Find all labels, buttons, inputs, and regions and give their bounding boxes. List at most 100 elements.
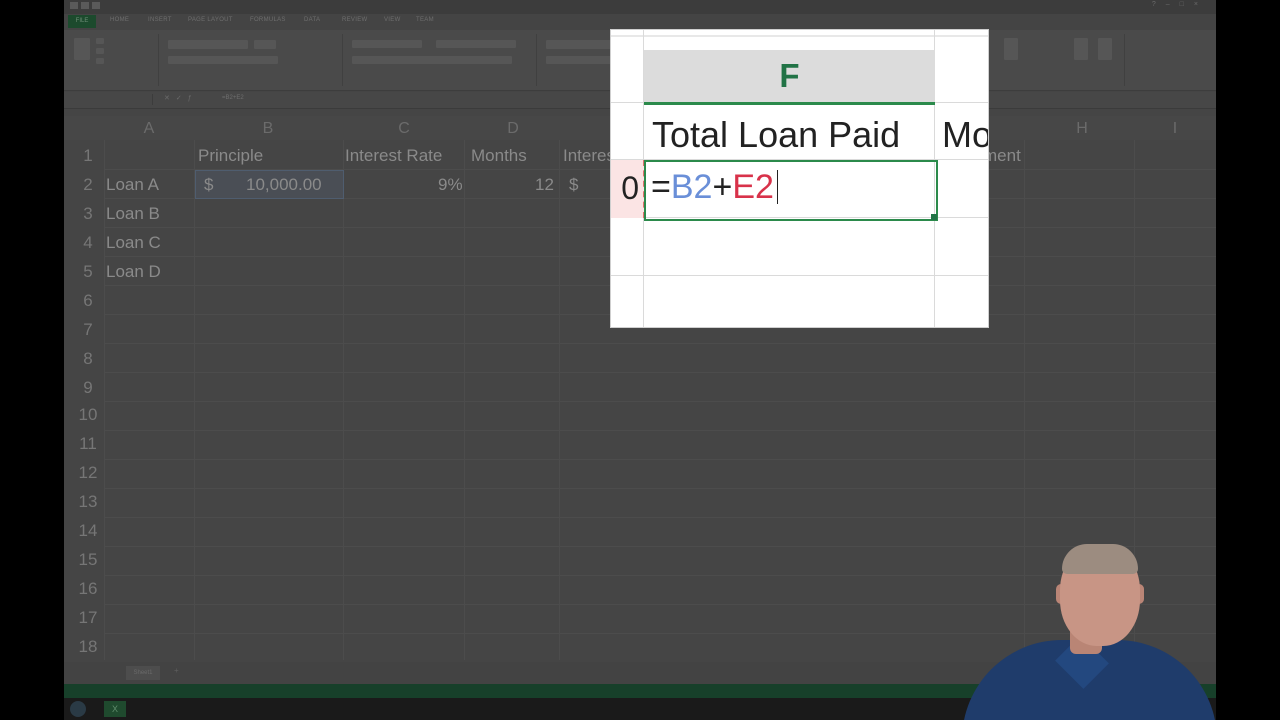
font-name-box[interactable] — [168, 40, 248, 49]
row-header[interactable]: 13 — [72, 492, 104, 512]
row-header[interactable]: 1 — [72, 146, 104, 166]
row-header[interactable]: 14 — [72, 521, 104, 541]
sheet-tab-sheet1[interactable]: Sheet1 — [126, 666, 160, 680]
alignment-buttons[interactable] — [352, 40, 422, 48]
column-header-a[interactable]: A — [142, 120, 156, 138]
row-header[interactable]: 2 — [72, 175, 104, 195]
tab-data[interactable]: DATA — [304, 17, 320, 23]
gridline — [104, 517, 1216, 518]
windows-start-icon[interactable] — [70, 701, 86, 717]
formula-buttons[interactable]: ✕✓ƒ — [164, 94, 198, 102]
redo-icon[interactable] — [92, 2, 100, 9]
formula-equals: = — [651, 168, 671, 206]
maximize-icon[interactable]: □ — [1180, 1, 1194, 8]
row-header[interactable]: 5 — [72, 262, 104, 282]
row-header[interactable]: 18 — [72, 637, 104, 657]
cell-c2[interactable]: 9% — [438, 175, 463, 195]
tab-review[interactable]: REVIEW — [342, 17, 367, 23]
fill-handle[interactable] — [931, 214, 937, 220]
help-icon[interactable]: ? — [1152, 1, 1166, 8]
column-header-h[interactable]: H — [1075, 120, 1089, 138]
cell-b1[interactable]: Principle — [198, 146, 263, 166]
quick-access-toolbar[interactable] — [70, 2, 120, 11]
paste-icon[interactable] — [74, 38, 90, 60]
row-header[interactable]: 16 — [72, 579, 104, 599]
tab-view[interactable]: VIEW — [384, 17, 401, 23]
select-all-corner[interactable] — [70, 120, 100, 136]
row-header[interactable]: 6 — [72, 291, 104, 311]
cell-e1[interactable]: Interes — [563, 146, 615, 166]
gridline — [104, 488, 1216, 489]
text-caret — [776, 170, 778, 204]
clipboard-group — [68, 34, 159, 86]
cell-a2[interactable]: Loan A — [106, 175, 159, 195]
tab-home[interactable]: HOME — [110, 17, 129, 23]
window-controls[interactable]: ?–□× — [1152, 1, 1208, 8]
add-sheet-button[interactable]: + — [174, 666, 179, 675]
zoom-top-edge — [611, 35, 988, 37]
column-header-c[interactable]: C — [397, 120, 411, 138]
tab-insert[interactable]: INSERT — [148, 17, 172, 23]
title-bar: ?–□× — [64, 0, 1216, 14]
font-format-buttons[interactable] — [168, 56, 278, 64]
tab-team[interactable]: TEAM — [416, 17, 434, 23]
cell-a5[interactable]: Loan D — [106, 262, 161, 282]
row-header[interactable]: 15 — [72, 550, 104, 570]
column-header-b[interactable]: B — [261, 120, 275, 138]
formula-ref-e2: E2 — [732, 168, 774, 206]
cut-icon[interactable] — [96, 38, 104, 44]
column-header-i[interactable]: I — [1170, 120, 1180, 138]
zoom-column-header-f[interactable]: F — [644, 50, 935, 105]
formula-input[interactable]: =B2+E2 — [222, 95, 244, 101]
zoom-formula-edit[interactable]: =B2+E2 — [651, 168, 778, 207]
zoom-cell-f1[interactable]: Total Loan Paid — [652, 114, 900, 156]
cell-a4[interactable]: Loan C — [106, 233, 161, 253]
row-header[interactable]: 8 — [72, 349, 104, 369]
format-painter-icon[interactable] — [96, 58, 104, 64]
gridline — [464, 140, 465, 660]
row-header[interactable]: 10 — [72, 405, 104, 425]
save-icon[interactable] — [70, 2, 78, 9]
cell-d1[interactable]: Months — [471, 146, 527, 166]
copy-icon[interactable] — [96, 48, 104, 54]
presenter-hair — [1062, 544, 1138, 574]
undo-icon[interactable] — [81, 2, 89, 9]
cell-b2-value[interactable]: 10,000.00 — [246, 175, 322, 195]
zoom-cell-g1-partial[interactable]: Mo — [942, 114, 988, 156]
tab-page-layout[interactable]: PAGE LAYOUT — [188, 17, 233, 23]
minimize-icon[interactable]: – — [1166, 1, 1180, 8]
sort-filter-icon[interactable] — [1074, 38, 1088, 60]
find-select-icon[interactable] — [1098, 38, 1112, 60]
column-header-d[interactable]: D — [506, 120, 520, 138]
row-header[interactable]: 17 — [72, 608, 104, 628]
gridline — [104, 372, 1216, 373]
row-header[interactable]: 9 — [72, 378, 104, 398]
cell-a3[interactable]: Loan B — [106, 204, 160, 224]
zoom-column-letter: F — [779, 57, 800, 94]
close-icon[interactable]: × — [1194, 1, 1208, 8]
row-header[interactable]: 3 — [72, 204, 104, 224]
gridline — [104, 430, 1216, 431]
merge-center-button[interactable] — [352, 56, 512, 64]
autosum-icon[interactable] — [1004, 38, 1018, 60]
font-size-box[interactable] — [254, 40, 276, 49]
row-header[interactable]: 11 — [72, 434, 104, 454]
formula-plus: + — [712, 168, 733, 206]
name-box[interactable] — [68, 94, 153, 105]
cell-e2-currency[interactable]: $ — [569, 175, 578, 195]
tab-formulas[interactable]: FORMULAS — [250, 17, 286, 23]
font-group — [162, 34, 343, 86]
gridline — [343, 140, 344, 660]
cell-b2-currency: $ — [204, 175, 214, 194]
excel-taskbar-icon[interactable]: X — [104, 701, 126, 717]
gridline — [104, 343, 1216, 344]
row-header[interactable]: 12 — [72, 463, 104, 483]
zoom-cell-e2-marquee[interactable]: 0 — [611, 160, 645, 218]
wrap-text-button[interactable] — [436, 40, 516, 48]
tab-file[interactable]: FILE — [68, 15, 96, 28]
cell-d2[interactable]: 12 — [535, 175, 554, 195]
row-header[interactable]: 7 — [72, 320, 104, 340]
cell-c1[interactable]: Interest Rate — [345, 146, 442, 166]
row-header[interactable]: 4 — [72, 233, 104, 253]
presenter-webcam — [940, 540, 1220, 720]
